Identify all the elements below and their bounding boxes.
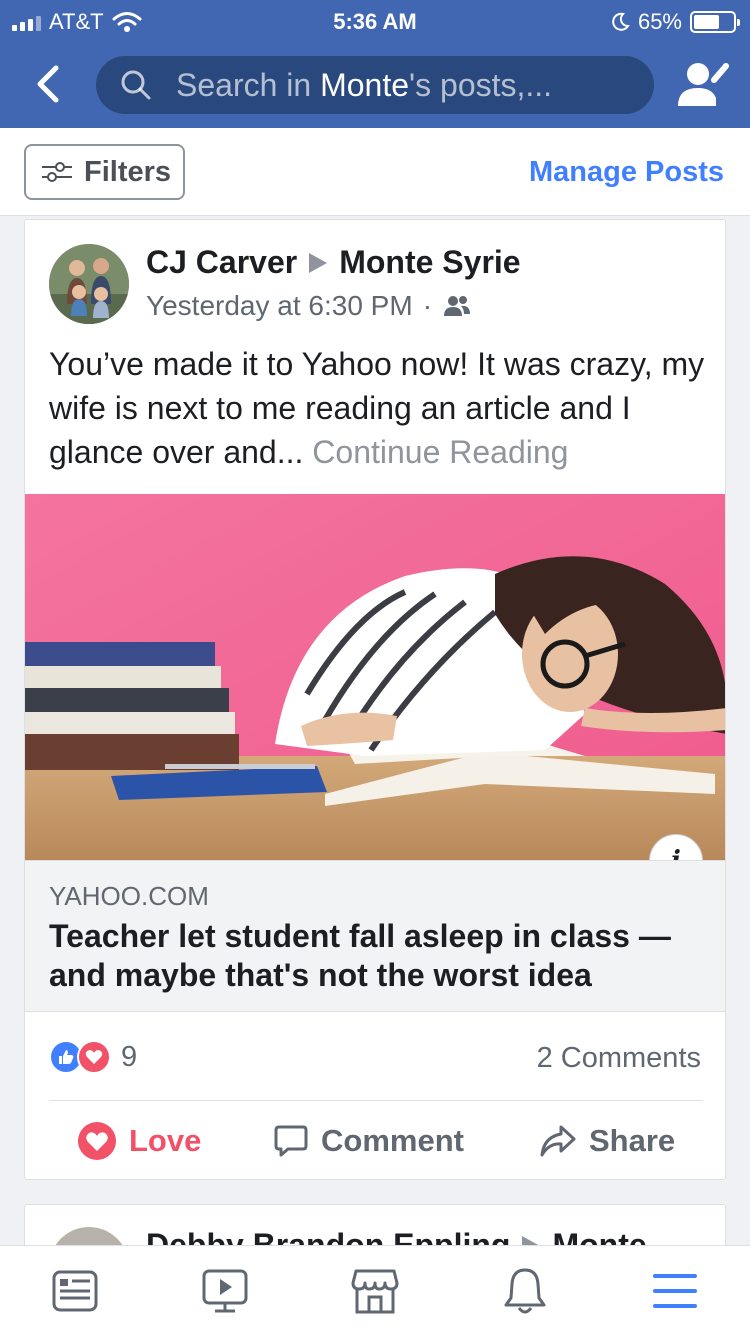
link-headline: Teacher let student fall asleep in class… [49, 918, 671, 993]
sliders-icon [42, 162, 72, 182]
reaction-count: 9 [121, 1040, 138, 1073]
moon-icon [612, 12, 630, 31]
news-feed-icon [52, 1270, 98, 1311]
comment-label: Comment [321, 1123, 464, 1158]
tab-marketplace[interactable] [300, 1246, 450, 1334]
tab-notifications[interactable] [450, 1246, 600, 1334]
tab-watch[interactable] [150, 1246, 300, 1334]
filter-bar: Filters Manage Posts [0, 128, 750, 216]
avatar[interactable] [49, 244, 129, 324]
marketplace-icon [351, 1269, 399, 1313]
comments-count[interactable]: 2 Comments [537, 1042, 701, 1075]
heart-icon [78, 1122, 116, 1160]
friends-audience-icon[interactable] [442, 294, 472, 318]
tab-news-feed[interactable] [0, 1246, 150, 1334]
link-preview[interactable]: YAHOO.COM Teacher let student fall aslee… [25, 860, 725, 1012]
tab-menu[interactable] [600, 1246, 750, 1334]
divider [49, 1100, 703, 1101]
love-reaction-icon [77, 1040, 111, 1074]
search-icon [121, 70, 151, 100]
filters-label: Filters [84, 155, 172, 188]
battery-percent: 65% [637, 9, 682, 34]
edit-profile-icon[interactable] [676, 58, 730, 110]
back-chevron-icon[interactable] [30, 62, 66, 106]
watch-icon [202, 1269, 248, 1312]
filters-button[interactable]: Filters [24, 144, 185, 200]
post-header: CJ Carver Monte Syrie [146, 244, 521, 281]
manage-posts-link[interactable]: Manage Posts [529, 156, 724, 189]
post-timestamp[interactable]: Yesterday at 6:30 PM [146, 290, 413, 322]
status-bar: AT&T 5:36 AM 65% [0, 0, 750, 42]
love-label: Love [129, 1123, 202, 1158]
post-meta: Yesterday at 6:30 PM · [146, 290, 472, 322]
author-name[interactable]: CJ Carver [146, 244, 297, 281]
continue-reading-link[interactable]: Continue Reading [312, 434, 568, 470]
search-placeholder: Search in Monte's posts,... [176, 66, 553, 103]
love-button[interactable]: Love [77, 1102, 202, 1179]
post-text: You’ve made it to Yahoo now! It was craz… [49, 342, 709, 474]
meta-separator: · [422, 290, 433, 321]
arrow-right-icon [309, 252, 328, 273]
reactions-summary[interactable]: 9 [49, 1040, 137, 1074]
post-card: CJ Carver Monte Syrie Yesterday at 6:30 … [24, 219, 726, 1180]
comment-button[interactable]: Comment [273, 1102, 464, 1179]
top-bar: AT&T 5:36 AM 65% Search in Monte's posts… [0, 0, 750, 128]
link-preview-image[interactable] [25, 494, 725, 860]
notifications-icon [504, 1268, 546, 1313]
tab-bar [0, 1245, 750, 1334]
share-label: Share [589, 1123, 676, 1158]
menu-icon [653, 1273, 697, 1308]
link-domain: YAHOO.COM [49, 881, 209, 911]
share-icon [540, 1125, 576, 1157]
search-input[interactable]: Search in Monte's posts,... [96, 56, 654, 114]
battery-icon [690, 11, 740, 33]
comment-icon [274, 1125, 308, 1157]
share-button[interactable]: Share [539, 1102, 676, 1179]
target-name[interactable]: Monte Syrie [339, 244, 520, 281]
post-actions: Love Comment Share [25, 1102, 725, 1179]
